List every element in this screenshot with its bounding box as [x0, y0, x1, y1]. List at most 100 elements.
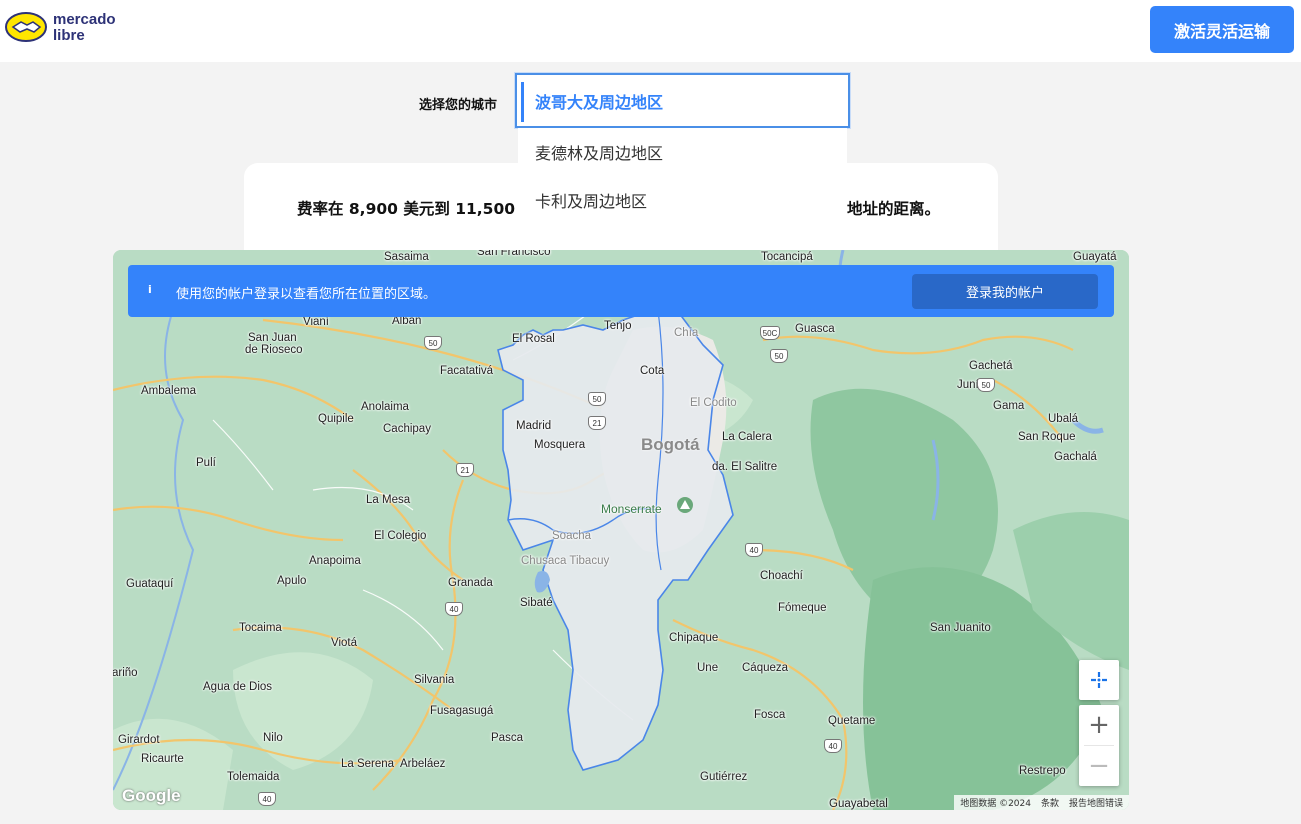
road-shield: 40 [445, 602, 463, 616]
city-option[interactable]: 麦德林及周边地区 [518, 128, 847, 176]
map-label: San Juanito [930, 622, 991, 634]
map-label: Anolaima [361, 401, 409, 413]
road-shield: 40 [824, 739, 842, 753]
map-label: Gachalá [1054, 451, 1097, 463]
map-label: Gachetá [969, 360, 1013, 372]
road-shield: 50 [424, 336, 442, 350]
logo-text: mercado libre [53, 12, 116, 44]
map-label: San Juan [248, 332, 297, 344]
map-label: Pulí [196, 457, 216, 469]
road-shield: 50 [770, 349, 788, 363]
rate-text-end: 地址的距离。 [847, 200, 941, 218]
map-label: Tolemaida [227, 771, 280, 783]
city-select-label: 选择您的城市 [419, 98, 498, 113]
map-label: Soacha [552, 530, 592, 542]
report-error-link[interactable]: 报告地图错误 [1069, 796, 1123, 809]
login-banner: i 使用您的帐户登录以查看您所在位置的区域。 登录我的帐户 [128, 265, 1114, 317]
map-label: Tocaima [239, 622, 282, 634]
map-label: Granada [448, 577, 493, 589]
map-attribution: 地图数据 ©2024 条款 报告地图错误 [954, 795, 1129, 810]
map-label: Guayatá [1073, 251, 1117, 263]
map-label: da. El Salitre [712, 461, 778, 473]
map-data-credit: 地图数据 ©2024 [960, 799, 1031, 809]
map-label: Chipaque [669, 632, 719, 644]
google-logo: Google [122, 786, 181, 805]
map-label: Madrid [516, 420, 552, 432]
city-dropdown[interactable]: 波哥大及周边地区 [514, 72, 851, 129]
map-label: ariño [113, 667, 138, 679]
road-shield: 40 [745, 543, 763, 557]
city-dropdown-selected: 波哥大及周边地区 [535, 92, 664, 112]
map-label: El Rosal [512, 333, 555, 345]
map-label: Sasaima [384, 251, 429, 263]
map-label: Viotá [331, 637, 358, 649]
zoom-out-button[interactable]: − [1079, 746, 1119, 786]
map-label: Fosca [754, 709, 786, 721]
map-label: Fómeque [778, 602, 827, 614]
map-label: La Calera [722, 431, 772, 443]
map-label: San Francisco [477, 250, 551, 258]
map-label: Restrepo [1019, 765, 1066, 777]
map-label: Cáqueza [742, 662, 789, 674]
activate-flex-button[interactable]: 激活灵活运输 [1150, 6, 1294, 53]
map-label: Cachipay [383, 423, 431, 435]
map-label: de Rioseco [245, 344, 303, 356]
map-label: Girardot [118, 734, 160, 746]
city-option[interactable]: 卡利及周边地区 [518, 176, 847, 224]
header: mercado libre 激活灵活运输 [0, 0, 1301, 62]
coverage-map[interactable]: Sasaima San Francisco Tocancipá Guayatá … [113, 250, 1129, 810]
road-shield: 50 [977, 378, 995, 392]
zoom-in-button[interactable]: + [1079, 705, 1119, 745]
map-label: Guayabetal [829, 798, 888, 810]
road-shield: 21 [456, 463, 474, 477]
map-label: Facatativá [440, 365, 494, 377]
map-label: Ubalá [1048, 413, 1079, 425]
login-button[interactable]: 登录我的帐户 [912, 274, 1098, 309]
map-label: Guasca [795, 323, 835, 335]
map-label: Quetame [828, 715, 876, 727]
road-shield: 50C [760, 326, 780, 340]
map-label: Quipile [318, 413, 354, 425]
map-label: Agua de Dios [203, 681, 273, 693]
map-label: Mosquera [534, 439, 586, 451]
road-shield: 40 [258, 792, 276, 806]
rate-text-start: 费率在 8,900 美元到 11,500 美元 [297, 200, 552, 218]
map-label: San Roque [1018, 431, 1076, 443]
map-label: Fusagasugá [430, 705, 494, 717]
map-label: Nilo [263, 732, 283, 744]
map-label: Guataquí [126, 578, 174, 590]
map-label: Ricaurte [141, 753, 184, 765]
map-label: La Mesa [366, 494, 411, 506]
zoom-control: + − [1079, 705, 1119, 786]
map-label: Chía [674, 327, 699, 339]
map-label: Chusaca Tibacuy [521, 555, 610, 567]
map-label: Tocancipá [761, 251, 813, 263]
login-banner-text: 使用您的帐户登录以查看您所在位置的区域。 [176, 287, 437, 302]
logo-line-1: mercado [53, 11, 116, 28]
map-label: Gutiérrez [700, 771, 748, 783]
map-label-city: Bogotá [641, 435, 700, 454]
city-dropdown-list: 麦德林及周边地区 卡利及周边地区 [518, 128, 847, 224]
recenter-button[interactable] [1079, 660, 1119, 700]
map-label: Pasca [491, 732, 523, 744]
map-label: Apulo [277, 575, 307, 587]
map-label: Gama [993, 400, 1025, 412]
map-label-park: Monserrate [601, 502, 662, 516]
map-label: La Serena [341, 758, 395, 770]
map-label: Arbeláez [400, 758, 446, 770]
map-label: Ambalema [141, 385, 196, 397]
selected-indicator [521, 82, 524, 122]
road-shield: 21 [588, 416, 606, 430]
map-label: Cota [640, 365, 665, 377]
info-icon: i [148, 283, 152, 296]
logo-line-2: libre [53, 27, 85, 44]
handshake-icon [5, 12, 47, 42]
mercado-libre-logo[interactable]: mercado libre [5, 10, 123, 46]
map-label: Une [697, 662, 719, 674]
map-label: Tenjo [604, 320, 632, 332]
map-label: Silvania [414, 674, 455, 686]
map-label: El Colegio [374, 530, 427, 542]
crosshair-icon [1091, 672, 1107, 688]
map-label: Choachí [760, 570, 803, 582]
terms-link[interactable]: 条款 [1041, 796, 1059, 809]
